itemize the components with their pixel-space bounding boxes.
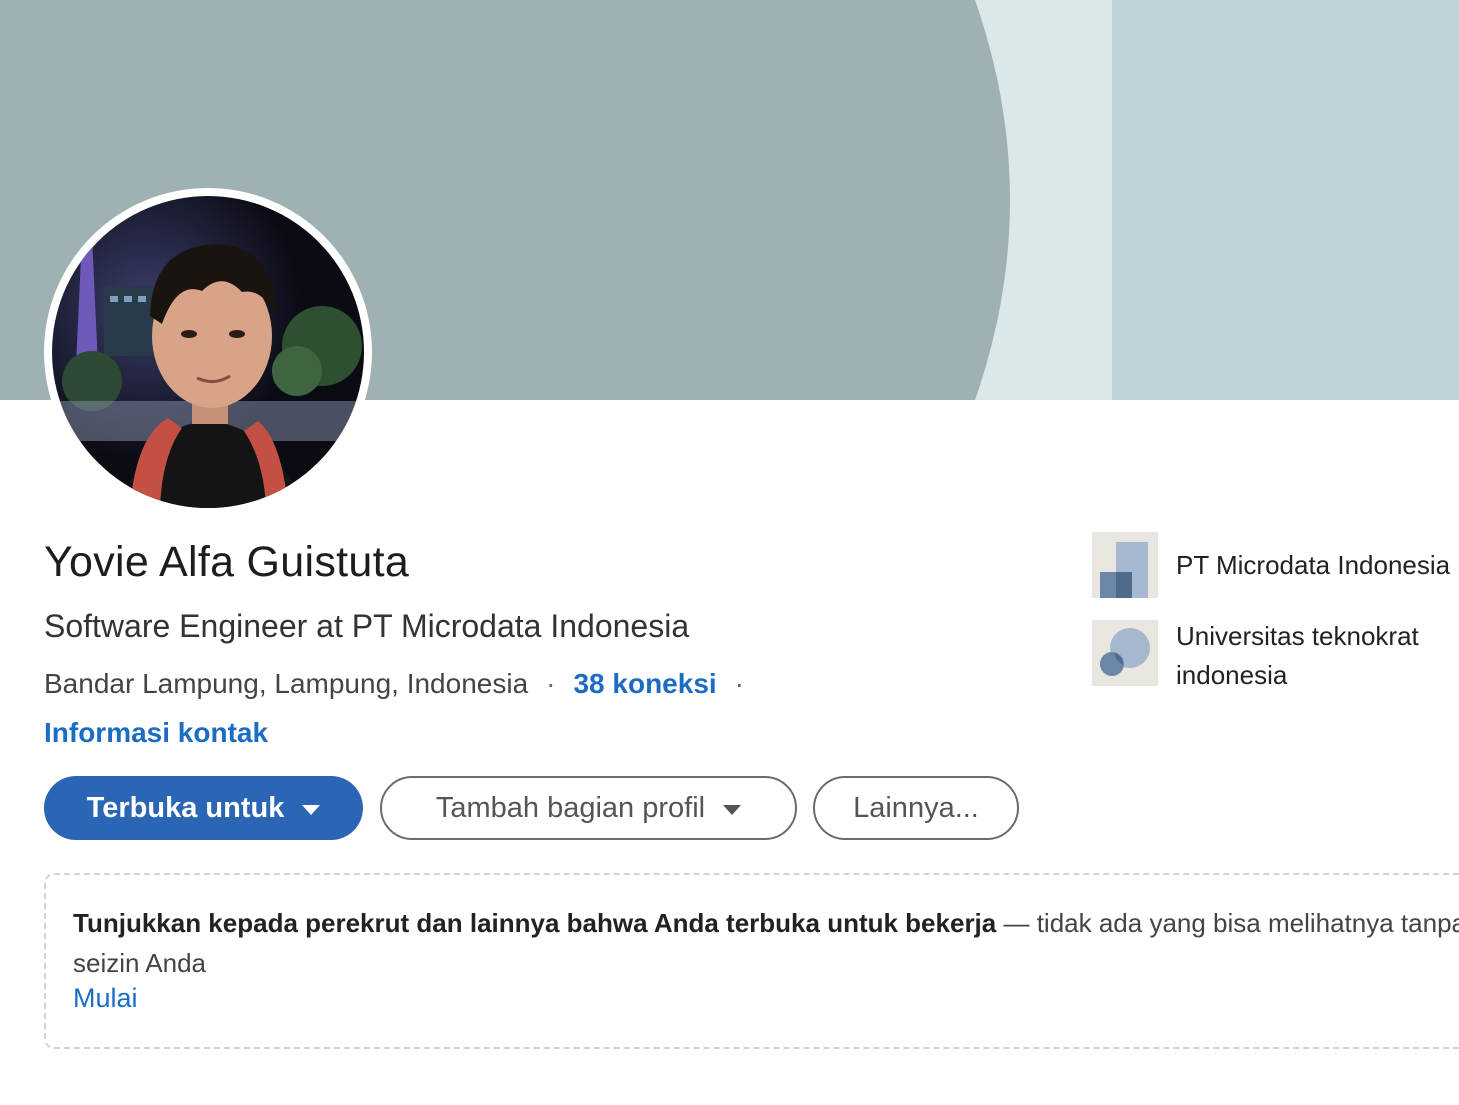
more-label: Lainnya... — [853, 791, 979, 824]
open-to-label: Terbuka untuk — [86, 791, 285, 824]
profile-meta: Bandar Lampung, Lampung, Indonesia · 38 … — [44, 668, 762, 700]
profile-location: Bandar Lampung, Lampung, Indonesia — [44, 668, 529, 699]
open-to-work-text: Tunjukkan kepada perekrut dan lainnya ba… — [73, 903, 1459, 983]
open-to-work-card: Tunjukkan kepada perekrut dan lainnya ba… — [44, 873, 1459, 1049]
open-to-button[interactable]: Terbuka untuk — [44, 776, 363, 840]
add-section-label: Tambah bagian profil — [435, 791, 706, 824]
add-profile-section-button[interactable]: Tambah bagian profil — [380, 776, 797, 840]
open-to-work-bold: Tunjukkan kepada perekrut dan lainnya ba… — [73, 908, 997, 938]
school-logo-icon — [1092, 620, 1158, 686]
separator-dot-2: · — [734, 668, 744, 699]
separator-dot: · — [546, 668, 556, 699]
more-button[interactable]: Lainnya... — [813, 776, 1019, 840]
profile-avatar[interactable] — [44, 188, 372, 516]
connections-link[interactable]: 38 koneksi — [573, 668, 716, 700]
caret-down-icon — [723, 805, 742, 815]
education-link[interactable]: Universitas teknokrat indonesia — [1092, 620, 1459, 695]
contact-info-link[interactable]: Informasi kontak — [44, 717, 268, 749]
company-name: PT Microdata Indonesia — [1176, 550, 1451, 580]
profile-headline: Software Engineer at PT Microdata Indone… — [44, 608, 690, 644]
profile-page: Yovie Alfa Guistuta Software Engineer at… — [0, 0, 1459, 1105]
current-company-link[interactable]: PT Microdata Indonesia — [1092, 532, 1450, 598]
caret-down-icon — [302, 805, 321, 815]
profile-name: Yovie Alfa Guistuta — [44, 538, 410, 586]
avatar-photo — [52, 196, 364, 508]
school-name: Universitas teknokrat indonesia — [1176, 621, 1419, 690]
company-logo-icon — [1092, 532, 1158, 598]
start-link[interactable]: Mulai — [73, 983, 138, 1014]
